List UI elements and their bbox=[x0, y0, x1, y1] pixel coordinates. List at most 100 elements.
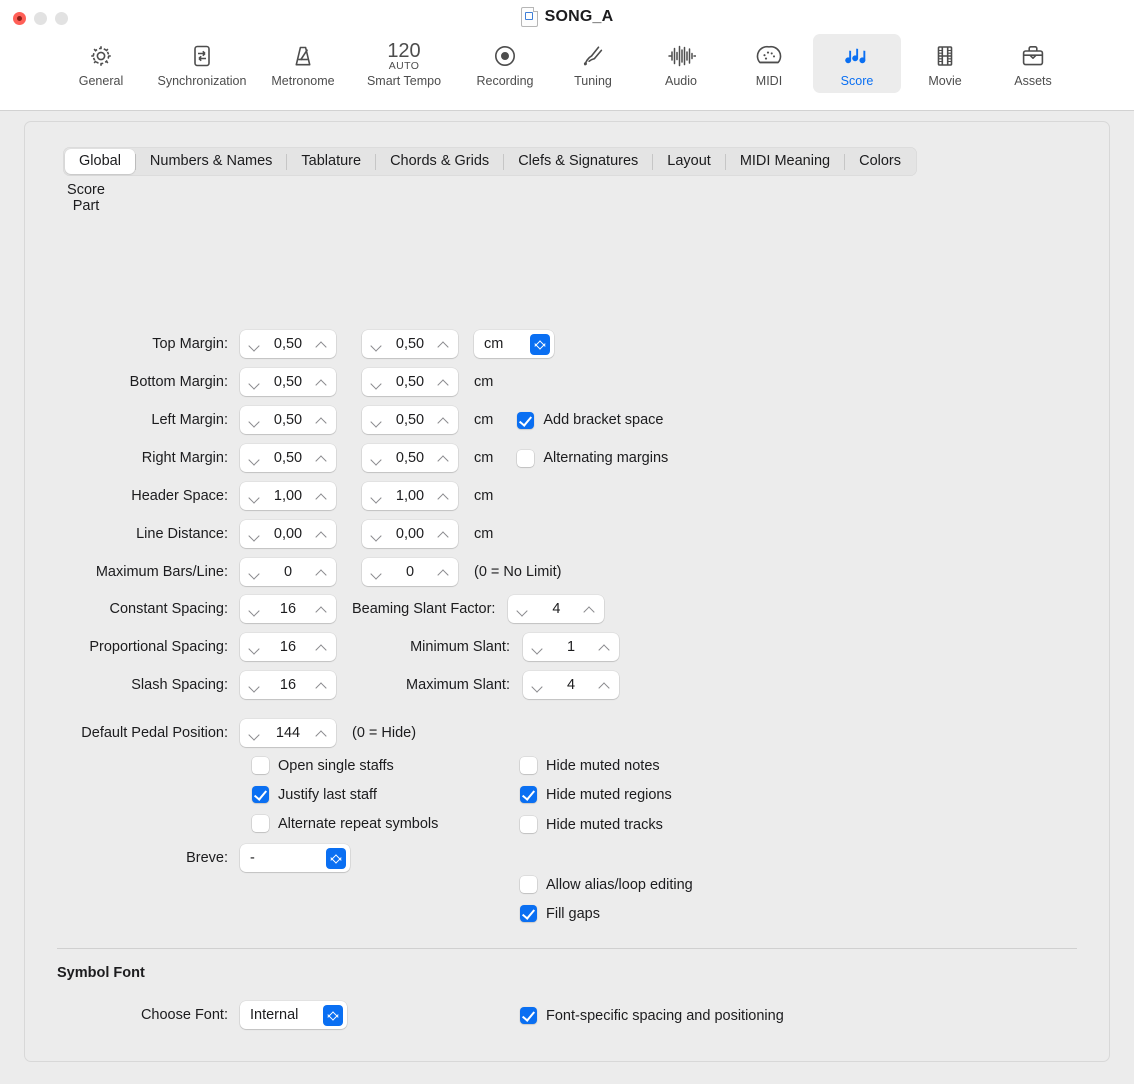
add-bracket-space-checkbox[interactable] bbox=[517, 411, 535, 429]
chevron-up-icon[interactable] bbox=[438, 453, 449, 464]
chevron-down-icon[interactable] bbox=[249, 680, 260, 691]
hide-muted-tracks-row[interactable]: Hide muted tracks bbox=[520, 816, 663, 833]
toolbar-item-metronome[interactable]: Metronome bbox=[259, 34, 347, 93]
chevron-up-icon[interactable] bbox=[438, 491, 449, 502]
max-bars-score-stepper[interactable]: 0 bbox=[240, 558, 336, 586]
right-margin-score-stepper[interactable]: 0,50 bbox=[240, 444, 336, 472]
hide-muted-regions-row[interactable]: Hide muted regions bbox=[520, 786, 672, 803]
bottom-margin-part-stepper[interactable]: 0,50 bbox=[362, 368, 458, 396]
alternate-repeat-symbols-row[interactable]: Alternate repeat symbols bbox=[252, 815, 438, 832]
justify-last-staff-checkbox[interactable] bbox=[252, 786, 269, 803]
chevron-up-icon[interactable] bbox=[316, 529, 327, 540]
alternating-margins-checkbox[interactable] bbox=[517, 449, 535, 467]
toolbar-item-assets[interactable]: Assets bbox=[989, 34, 1077, 93]
right-margin-part-stepper[interactable]: 0,50 bbox=[362, 444, 458, 472]
tab-chords-grids[interactable]: Chords & Grids bbox=[376, 149, 503, 174]
chevron-up-icon[interactable] bbox=[438, 377, 449, 388]
hide-muted-tracks-checkbox[interactable] bbox=[520, 816, 537, 833]
chevron-down-icon[interactable] bbox=[249, 642, 260, 653]
chevron-down-icon[interactable] bbox=[517, 604, 528, 615]
beaming-slant-factor-stepper[interactable]: 4 bbox=[508, 595, 605, 623]
chevron-down-icon[interactable] bbox=[371, 453, 382, 464]
chevron-down-icon[interactable] bbox=[371, 529, 382, 540]
chevron-down-icon[interactable] bbox=[249, 415, 260, 426]
tab-midi-meaning[interactable]: MIDI Meaning bbox=[726, 149, 844, 174]
chevron-up-icon[interactable] bbox=[316, 377, 327, 388]
toolbar-item-midi[interactable]: MIDI bbox=[725, 34, 813, 93]
chevron-down-icon[interactable] bbox=[249, 728, 260, 739]
toolbar-item-tuning[interactable]: Tuning bbox=[549, 34, 637, 93]
left-margin-part-stepper[interactable]: 0,50 bbox=[362, 406, 458, 434]
chevron-up-icon[interactable] bbox=[599, 642, 610, 653]
toolbar-item-score[interactable]: Score bbox=[813, 34, 901, 93]
toolbar-item-recording[interactable]: Recording bbox=[461, 34, 549, 93]
toolbar-item-movie[interactable]: Movie bbox=[901, 34, 989, 93]
justify-last-staff-row[interactable]: Justify last staff bbox=[252, 786, 377, 803]
chevron-down-icon[interactable] bbox=[371, 339, 382, 350]
chevron-up-icon[interactable] bbox=[438, 529, 449, 540]
chevron-up-icon[interactable] bbox=[316, 453, 327, 464]
tab-clefs-signatures[interactable]: Clefs & Signatures bbox=[504, 149, 652, 174]
toolbar-item-audio[interactable]: Audio bbox=[637, 34, 725, 93]
alternate-repeat-symbols-checkbox[interactable] bbox=[252, 815, 269, 832]
chevron-up-icon[interactable] bbox=[438, 415, 449, 426]
chevron-down-icon[interactable] bbox=[371, 491, 382, 502]
breve-popup-button[interactable]: - bbox=[240, 844, 350, 872]
chevron-down-icon[interactable] bbox=[371, 415, 382, 426]
chevron-down-icon[interactable] bbox=[532, 680, 543, 691]
tab-numbers-names[interactable]: Numbers & Names bbox=[136, 149, 286, 174]
bottom-margin-score-stepper[interactable]: 0,50 bbox=[240, 368, 336, 396]
hide-muted-notes-checkbox[interactable] bbox=[520, 757, 537, 774]
tab-global[interactable]: Global bbox=[65, 149, 135, 174]
font-specific-spacing-checkbox[interactable] bbox=[520, 1007, 537, 1024]
chevron-up-icon[interactable] bbox=[316, 339, 327, 350]
chevron-down-icon[interactable] bbox=[249, 339, 260, 350]
chevron-up-icon[interactable] bbox=[438, 567, 449, 578]
chevron-up-icon[interactable] bbox=[316, 415, 327, 426]
hide-muted-regions-checkbox[interactable] bbox=[520, 786, 537, 803]
top-margin-score-stepper[interactable]: 0,50 bbox=[240, 330, 336, 358]
font-specific-spacing-row[interactable]: Font-specific spacing and positioning bbox=[520, 1007, 784, 1024]
chevron-down-icon[interactable] bbox=[249, 529, 260, 540]
tab-layout[interactable]: Layout bbox=[653, 149, 725, 174]
max-bars-part-stepper[interactable]: 0 bbox=[362, 558, 458, 586]
hide-muted-notes-row[interactable]: Hide muted notes bbox=[520, 757, 660, 774]
tab-colors[interactable]: Colors bbox=[845, 149, 915, 174]
constant-spacing-stepper[interactable]: 16 bbox=[240, 595, 336, 623]
minimum-slant-stepper[interactable]: 1 bbox=[523, 633, 619, 661]
slash-spacing-stepper[interactable]: 16 bbox=[240, 671, 336, 699]
chevron-up-icon[interactable] bbox=[316, 567, 327, 578]
chevron-down-icon[interactable] bbox=[371, 377, 382, 388]
open-single-staffs-row[interactable]: Open single staffs bbox=[252, 757, 394, 774]
open-single-staffs-checkbox[interactable] bbox=[252, 757, 269, 774]
add-bracket-space-row[interactable]: Add bracket space bbox=[517, 411, 663, 429]
line-distance-part-stepper[interactable]: 0,00 bbox=[362, 520, 458, 548]
allow-alias-loop-editing-checkbox[interactable] bbox=[520, 876, 537, 893]
alternating-margins-row[interactable]: Alternating margins bbox=[517, 449, 668, 467]
chevron-down-icon[interactable] bbox=[249, 604, 260, 615]
chevron-down-icon[interactable] bbox=[249, 491, 260, 502]
toolbar-item-general[interactable]: General bbox=[57, 34, 145, 93]
chevron-down-icon[interactable] bbox=[371, 567, 382, 578]
chevron-down-icon[interactable] bbox=[249, 453, 260, 464]
fill-gaps-checkbox[interactable] bbox=[520, 905, 537, 922]
unit-popup-button[interactable]: cm bbox=[474, 330, 554, 358]
chevron-down-icon[interactable] bbox=[249, 567, 260, 578]
chevron-up-icon[interactable] bbox=[316, 604, 327, 615]
maximum-slant-stepper[interactable]: 4 bbox=[523, 671, 619, 699]
toolbar-item-synchronization[interactable]: Synchronization bbox=[145, 34, 259, 93]
top-margin-part-stepper[interactable]: 0,50 bbox=[362, 330, 458, 358]
pedal-position-stepper[interactable]: 144 bbox=[240, 719, 336, 747]
chevron-up-icon[interactable] bbox=[316, 728, 327, 739]
allow-alias-loop-editing-row[interactable]: Allow alias/loop editing bbox=[520, 876, 693, 893]
tab-tablature[interactable]: Tablature bbox=[287, 149, 375, 174]
proportional-spacing-stepper[interactable]: 16 bbox=[240, 633, 336, 661]
chevron-up-icon[interactable] bbox=[438, 339, 449, 350]
left-margin-score-stepper[interactable]: 0,50 bbox=[240, 406, 336, 434]
chevron-up-icon[interactable] bbox=[316, 642, 327, 653]
toolbar-item-smart-tempo[interactable]: 120 AUTO Smart Tempo bbox=[347, 34, 461, 93]
line-distance-score-stepper[interactable]: 0,00 bbox=[240, 520, 336, 548]
chevron-up-icon[interactable] bbox=[316, 680, 327, 691]
fill-gaps-row[interactable]: Fill gaps bbox=[520, 905, 600, 922]
chevron-up-icon[interactable] bbox=[584, 604, 595, 615]
